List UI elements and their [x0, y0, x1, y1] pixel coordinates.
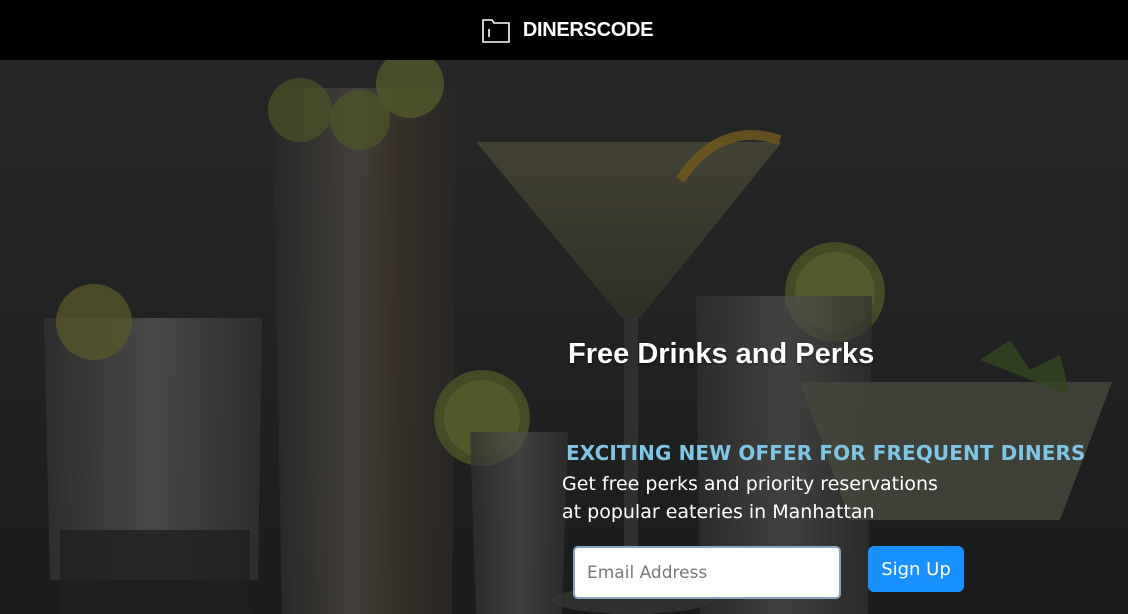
top-navbar: DINERSCODE [0, 0, 1128, 60]
cocktail-background-image [0, 60, 1128, 614]
email-input[interactable] [573, 546, 841, 599]
sign-up-button[interactable]: Sign Up [868, 546, 964, 592]
brand[interactable]: DINERSCODE [481, 16, 653, 44]
brand-name: DINERSCODE [522, 18, 654, 41]
folder-icon [482, 19, 510, 43]
offer-description: Get free perks and priority reservations… [562, 473, 938, 523]
offer-title: EXCITING NEW OFFER FOR FREQUENT DINERS [566, 441, 1086, 465]
hero-headline: Free Drinks and Perks [568, 338, 875, 370]
hero-section: Free Drinks and Perks EXCITING NEW OFFER… [0, 60, 1128, 614]
